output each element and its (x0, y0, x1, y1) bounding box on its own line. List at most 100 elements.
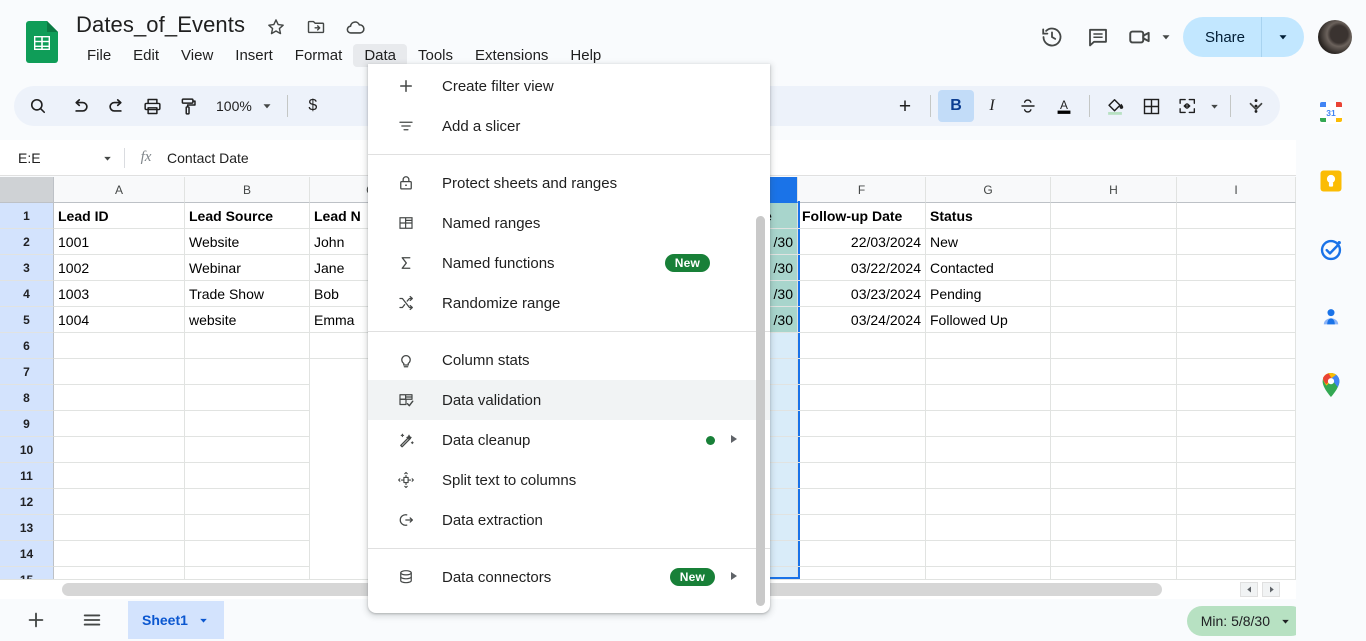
google-tasks-icon[interactable] (1314, 232, 1348, 266)
menu-item-data-validation[interactable]: Data validation (368, 380, 770, 420)
cell-b1[interactable]: Lead Source (185, 203, 310, 229)
cell-g4[interactable]: Pending (926, 281, 1051, 307)
cell-h12[interactable] (1051, 489, 1177, 515)
row-header-14[interactable]: 14 (0, 541, 54, 567)
menu-format[interactable]: Format (284, 44, 354, 67)
menu-item-create-filter-view[interactable]: Create filter view (368, 66, 770, 106)
cell-i12[interactable] (1177, 489, 1296, 515)
comment-icon[interactable] (1075, 14, 1121, 60)
row-header-10[interactable]: 10 (0, 437, 54, 463)
cell-g15[interactable] (926, 567, 1051, 579)
cell-i11[interactable] (1177, 463, 1296, 489)
cell-a10[interactable] (54, 437, 185, 463)
cell-i3[interactable] (1177, 255, 1296, 281)
cell-i15[interactable] (1177, 567, 1296, 579)
cell-a4[interactable]: 1003 (54, 281, 185, 307)
cell-b3[interactable]: Webinar (185, 255, 310, 281)
cell-a8[interactable] (54, 385, 185, 411)
cell-i9[interactable] (1177, 411, 1296, 437)
cell-f8[interactable] (798, 385, 926, 411)
move-to-folder-icon[interactable] (304, 15, 328, 39)
cell-a6[interactable] (54, 333, 185, 359)
cell-a15[interactable] (54, 567, 185, 579)
menu-item-data-extraction[interactable]: Data extraction (368, 500, 770, 540)
cell-f13[interactable] (798, 515, 926, 541)
cell-a12[interactable] (54, 489, 185, 515)
cell-f1[interactable]: Follow-up Date (798, 203, 926, 229)
cell-g11[interactable] (926, 463, 1051, 489)
cell-h3[interactable] (1051, 255, 1177, 281)
print-icon[interactable] (134, 90, 170, 122)
google-contacts-icon[interactable] (1314, 300, 1348, 334)
share-button[interactable]: Share (1182, 17, 1304, 57)
menu-item-named-functions[interactable]: Named functions New (368, 243, 770, 283)
menu-item-data-connectors[interactable]: Data connectors New (368, 557, 770, 597)
strikethrough-button[interactable] (1010, 90, 1046, 122)
row-header-7[interactable]: 7 (0, 359, 54, 385)
document-title[interactable]: Dates_of_Events (76, 12, 245, 38)
cell-f3[interactable]: 03/22/2024 (798, 255, 926, 281)
cell-i8[interactable] (1177, 385, 1296, 411)
menu-item-protect-sheets-and-ranges[interactable]: Protect sheets and ranges (368, 163, 770, 203)
cell-h11[interactable] (1051, 463, 1177, 489)
cell-b6[interactable] (185, 333, 310, 359)
cell-f6[interactable] (798, 333, 926, 359)
cell-g13[interactable] (926, 515, 1051, 541)
row-header-12[interactable]: 12 (0, 489, 54, 515)
menu-scrollbar-thumb[interactable] (756, 216, 765, 606)
cell-g2[interactable]: New (926, 229, 1051, 255)
cell-i2[interactable] (1177, 229, 1296, 255)
cell-a13[interactable] (54, 515, 185, 541)
cell-f4[interactable]: 03/23/2024 (798, 281, 926, 307)
cell-h4[interactable] (1051, 281, 1177, 307)
column-header-a[interactable]: A (54, 177, 185, 203)
redo-icon[interactable] (98, 90, 134, 122)
cell-g7[interactable] (926, 359, 1051, 385)
cell-h14[interactable] (1051, 541, 1177, 567)
status-badge[interactable]: Min: 5/8/30 (1186, 606, 1306, 636)
cell-h8[interactable] (1051, 385, 1177, 411)
select-all-corner[interactable] (0, 177, 54, 203)
column-header-i[interactable]: I (1177, 177, 1296, 203)
column-header-f[interactable]: F (798, 177, 926, 203)
cell-f10[interactable] (798, 437, 926, 463)
cell-a1[interactable]: Lead ID (54, 203, 185, 229)
cell-f7[interactable] (798, 359, 926, 385)
cell-g12[interactable] (926, 489, 1051, 515)
row-header-4[interactable]: 4 (0, 281, 54, 307)
undo-icon[interactable] (62, 90, 98, 122)
formula-input[interactable]: Contact Date (167, 150, 249, 166)
add-sheet-button[interactable] (16, 600, 56, 640)
menu-item-randomize-range[interactable]: Randomize range (368, 283, 770, 323)
menu-item-split-text-to-columns[interactable]: Split text to columns (368, 460, 770, 500)
italic-button[interactable]: I (974, 90, 1010, 122)
cell-g3[interactable]: Contacted (926, 255, 1051, 281)
text-color-button[interactable]: A (1046, 90, 1082, 122)
cell-f14[interactable] (798, 541, 926, 567)
cell-i13[interactable] (1177, 515, 1296, 541)
menu-item-data-cleanup[interactable]: Data cleanup (368, 420, 770, 460)
cell-f2[interactable]: 22/03/2024 (798, 229, 926, 255)
cell-i6[interactable] (1177, 333, 1296, 359)
meet-call-button[interactable] (1121, 17, 1175, 57)
cell-h1[interactable] (1051, 203, 1177, 229)
cell-b4[interactable]: Trade Show (185, 281, 310, 307)
menu-view[interactable]: View (170, 44, 224, 67)
cell-h5[interactable] (1051, 307, 1177, 333)
all-sheets-button[interactable] (72, 600, 112, 640)
currency-format-button[interactable]: $ (295, 90, 331, 122)
cell-h2[interactable] (1051, 229, 1177, 255)
cell-a7[interactable] (54, 359, 185, 385)
cell-b12[interactable] (185, 489, 310, 515)
cell-f12[interactable] (798, 489, 926, 515)
cell-f5[interactable]: 03/24/2024 (798, 307, 926, 333)
cell-b5[interactable]: website (185, 307, 310, 333)
name-box-chevron-down-icon[interactable] (101, 152, 114, 165)
row-header-6[interactable]: 6 (0, 333, 54, 359)
menu-item-column-stats[interactable]: Column stats (368, 340, 770, 380)
cell-g8[interactable] (926, 385, 1051, 411)
column-header-g[interactable]: G (926, 177, 1051, 203)
cell-b7[interactable] (185, 359, 310, 385)
merge-dropdown-arrow-icon[interactable] (1205, 90, 1223, 122)
row-header-2[interactable]: 2 (0, 229, 54, 255)
